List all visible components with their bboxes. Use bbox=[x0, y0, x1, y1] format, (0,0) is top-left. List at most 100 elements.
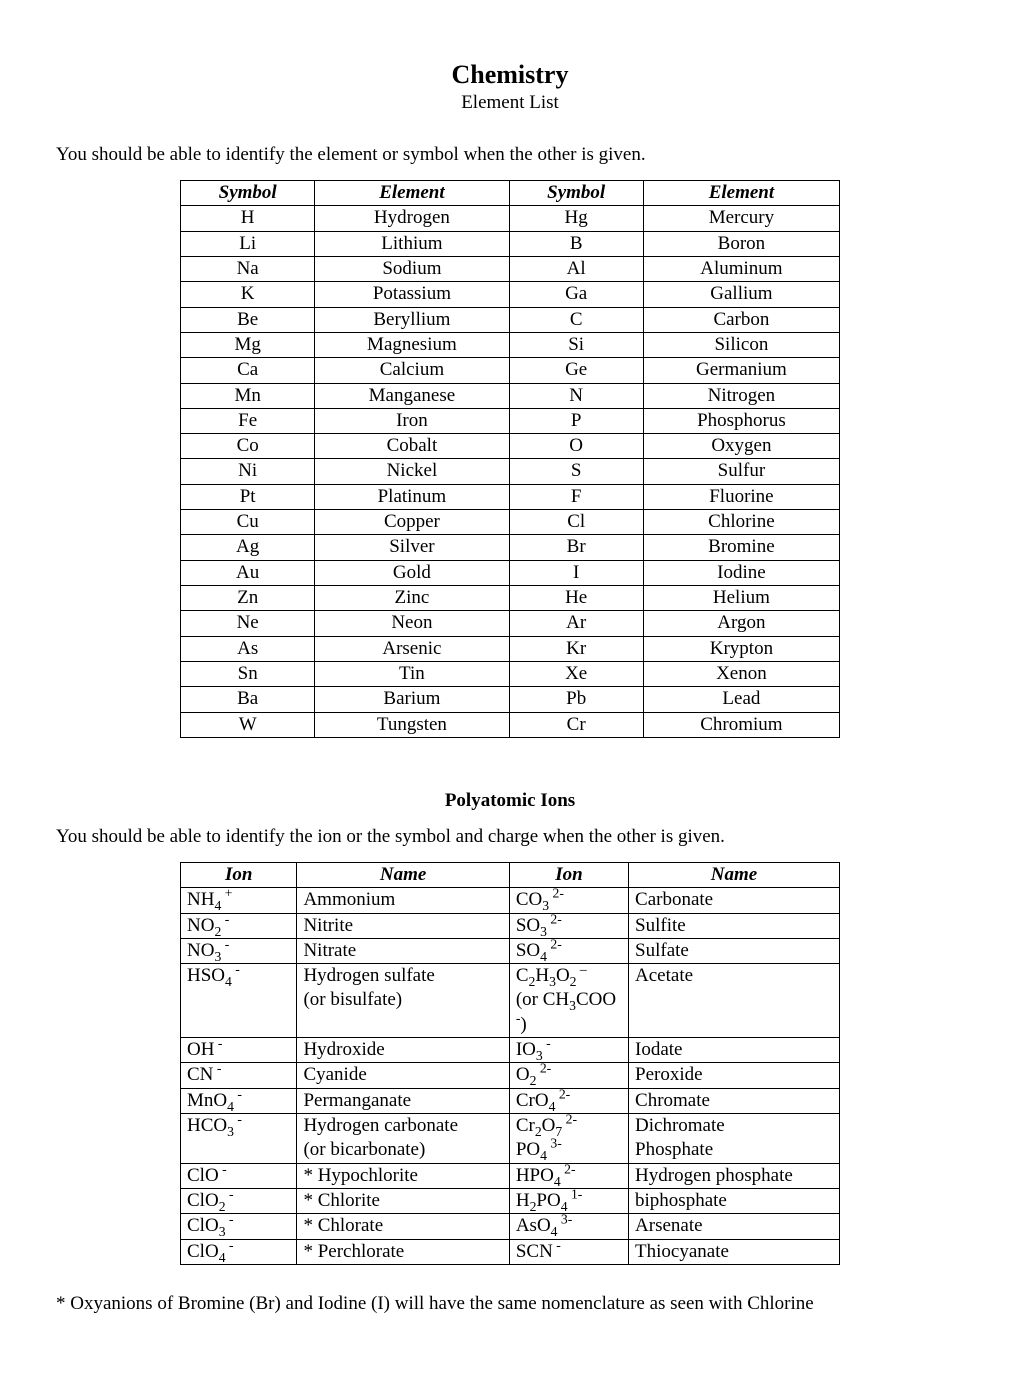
ion-formula: NO2 - bbox=[181, 913, 297, 938]
table-cell: Ga bbox=[509, 282, 643, 307]
ion-formula: CO3 2- bbox=[509, 888, 628, 913]
table-cell: Mn bbox=[181, 383, 315, 408]
table-row: MnManganeseNNitrogen bbox=[181, 383, 840, 408]
col-header: Element bbox=[643, 181, 839, 206]
table-cell: Ne bbox=[181, 611, 315, 636]
table-header-row: Symbol Element Symbol Element bbox=[181, 181, 840, 206]
table-row: HHydrogenHgMercury bbox=[181, 206, 840, 231]
col-header: Ion bbox=[509, 862, 628, 887]
ion-formula: O2 2- bbox=[509, 1063, 628, 1088]
table-cell: Iron bbox=[315, 408, 509, 433]
table-cell: Ba bbox=[181, 687, 315, 712]
footnote: * Oxyanions of Bromine (Br) and Iodine (… bbox=[56, 1293, 964, 1315]
table-cell: Beryllium bbox=[315, 307, 509, 332]
ion-name: Hydrogen sulfate(or bisulfate) bbox=[297, 964, 509, 1038]
table-cell: Boron bbox=[643, 231, 839, 256]
ion-formula: NH4 + bbox=[181, 888, 297, 913]
table-cell: Mg bbox=[181, 332, 315, 357]
table-cell: Pt bbox=[181, 484, 315, 509]
table-row: AuGoldIIodine bbox=[181, 560, 840, 585]
table-cell: Nickel bbox=[315, 459, 509, 484]
table-cell: Au bbox=[181, 560, 315, 585]
ion-formula: Cr2O7 2-PO4 3- bbox=[509, 1114, 628, 1164]
table-cell: Tungsten bbox=[315, 712, 509, 737]
table-row: NO3 -NitrateSO4 2-Sulfate bbox=[181, 938, 840, 963]
table-cell: Co bbox=[181, 434, 315, 459]
table-cell: I bbox=[509, 560, 643, 585]
ion-name: Chromate bbox=[629, 1088, 840, 1113]
table-row: CaCalciumGeGermanium bbox=[181, 358, 840, 383]
table-row: NH4 +AmmoniumCO3 2-Carbonate bbox=[181, 888, 840, 913]
intro-text-2: You should be able to identify the ion o… bbox=[56, 826, 964, 848]
table-cell: Ca bbox=[181, 358, 315, 383]
table-cell: N bbox=[509, 383, 643, 408]
ion-formula: ClO - bbox=[181, 1163, 297, 1188]
ion-formula: ClO3 - bbox=[181, 1214, 297, 1239]
table-cell: As bbox=[181, 636, 315, 661]
table-cell: Cu bbox=[181, 510, 315, 535]
ion-name: * Chlorite bbox=[297, 1188, 509, 1213]
ion-name: Sulfite bbox=[629, 913, 840, 938]
ion-formula: AsO4 3- bbox=[509, 1214, 628, 1239]
ion-name: Cyanide bbox=[297, 1063, 509, 1088]
ion-name: * Hypochlorite bbox=[297, 1163, 509, 1188]
table-cell: Iodine bbox=[643, 560, 839, 585]
ion-formula: H2PO4 1- bbox=[509, 1188, 628, 1213]
ion-formula: IO3 - bbox=[509, 1038, 628, 1063]
table-cell: Al bbox=[509, 256, 643, 281]
table-cell: Xenon bbox=[643, 661, 839, 686]
ion-name: Thiocyanate bbox=[629, 1239, 840, 1264]
table-cell: Pb bbox=[509, 687, 643, 712]
table-cell: Bromine bbox=[643, 535, 839, 560]
table-cell: Silver bbox=[315, 535, 509, 560]
ion-formula: CrO4 2- bbox=[509, 1088, 628, 1113]
table-row: PtPlatinumFFluorine bbox=[181, 484, 840, 509]
table-row: CuCopperClChlorine bbox=[181, 510, 840, 535]
table-row: ClO -* HypochloriteHPO4 2-Hydrogen phosp… bbox=[181, 1163, 840, 1188]
table-cell: Potassium bbox=[315, 282, 509, 307]
table-cell: Krypton bbox=[643, 636, 839, 661]
table-row: AgSilverBrBromine bbox=[181, 535, 840, 560]
table-cell: Zinc bbox=[315, 586, 509, 611]
ion-name: Peroxide bbox=[629, 1063, 840, 1088]
table-cell: He bbox=[509, 586, 643, 611]
table-cell: Sodium bbox=[315, 256, 509, 281]
table-row: KPotassiumGaGallium bbox=[181, 282, 840, 307]
ion-name: Hydroxide bbox=[297, 1038, 509, 1063]
table-row: NaSodiumAlAluminum bbox=[181, 256, 840, 281]
table-row: NO2 -NitriteSO3 2-Sulfite bbox=[181, 913, 840, 938]
table-row: ZnZincHeHelium bbox=[181, 586, 840, 611]
table-cell: Copper bbox=[315, 510, 509, 535]
table-row: MgMagnesiumSiSilicon bbox=[181, 332, 840, 357]
table-cell: P bbox=[509, 408, 643, 433]
table-cell: Sulfur bbox=[643, 459, 839, 484]
ion-formula: MnO4 - bbox=[181, 1088, 297, 1113]
table-row: HSO4 -Hydrogen sulfate(or bisulfate)C2H3… bbox=[181, 964, 840, 1038]
ions-table: Ion Name Ion Name NH4 +AmmoniumCO3 2-Car… bbox=[180, 862, 840, 1265]
table-cell: Chromium bbox=[643, 712, 839, 737]
table-cell: Cr bbox=[509, 712, 643, 737]
table-row: ClO2 -* ChloriteH2PO4 1-biphosphate bbox=[181, 1188, 840, 1213]
table-row: WTungstenCrChromium bbox=[181, 712, 840, 737]
table-cell: Br bbox=[509, 535, 643, 560]
table-cell: Mercury bbox=[643, 206, 839, 231]
table-row: AsArsenicKrKrypton bbox=[181, 636, 840, 661]
ion-name: * Chlorate bbox=[297, 1214, 509, 1239]
ion-name: Hydrogen phosphate bbox=[629, 1163, 840, 1188]
table-row: NiNickelSSulfur bbox=[181, 459, 840, 484]
ion-name: Ammonium bbox=[297, 888, 509, 913]
table-cell: Platinum bbox=[315, 484, 509, 509]
ion-formula: NO3 - bbox=[181, 938, 297, 963]
ion-name: Sulfate bbox=[629, 938, 840, 963]
col-header: Symbol bbox=[509, 181, 643, 206]
table-row: MnO4 -PermanganateCrO4 2-Chromate bbox=[181, 1088, 840, 1113]
table-cell: Gold bbox=[315, 560, 509, 585]
ion-formula: ClO2 - bbox=[181, 1188, 297, 1213]
table-cell: Ni bbox=[181, 459, 315, 484]
table-cell: Zn bbox=[181, 586, 315, 611]
table-cell: Oxygen bbox=[643, 434, 839, 459]
table-cell: Germanium bbox=[643, 358, 839, 383]
table-cell: Lithium bbox=[315, 231, 509, 256]
table-cell: Li bbox=[181, 231, 315, 256]
ion-formula: SO4 2- bbox=[509, 938, 628, 963]
